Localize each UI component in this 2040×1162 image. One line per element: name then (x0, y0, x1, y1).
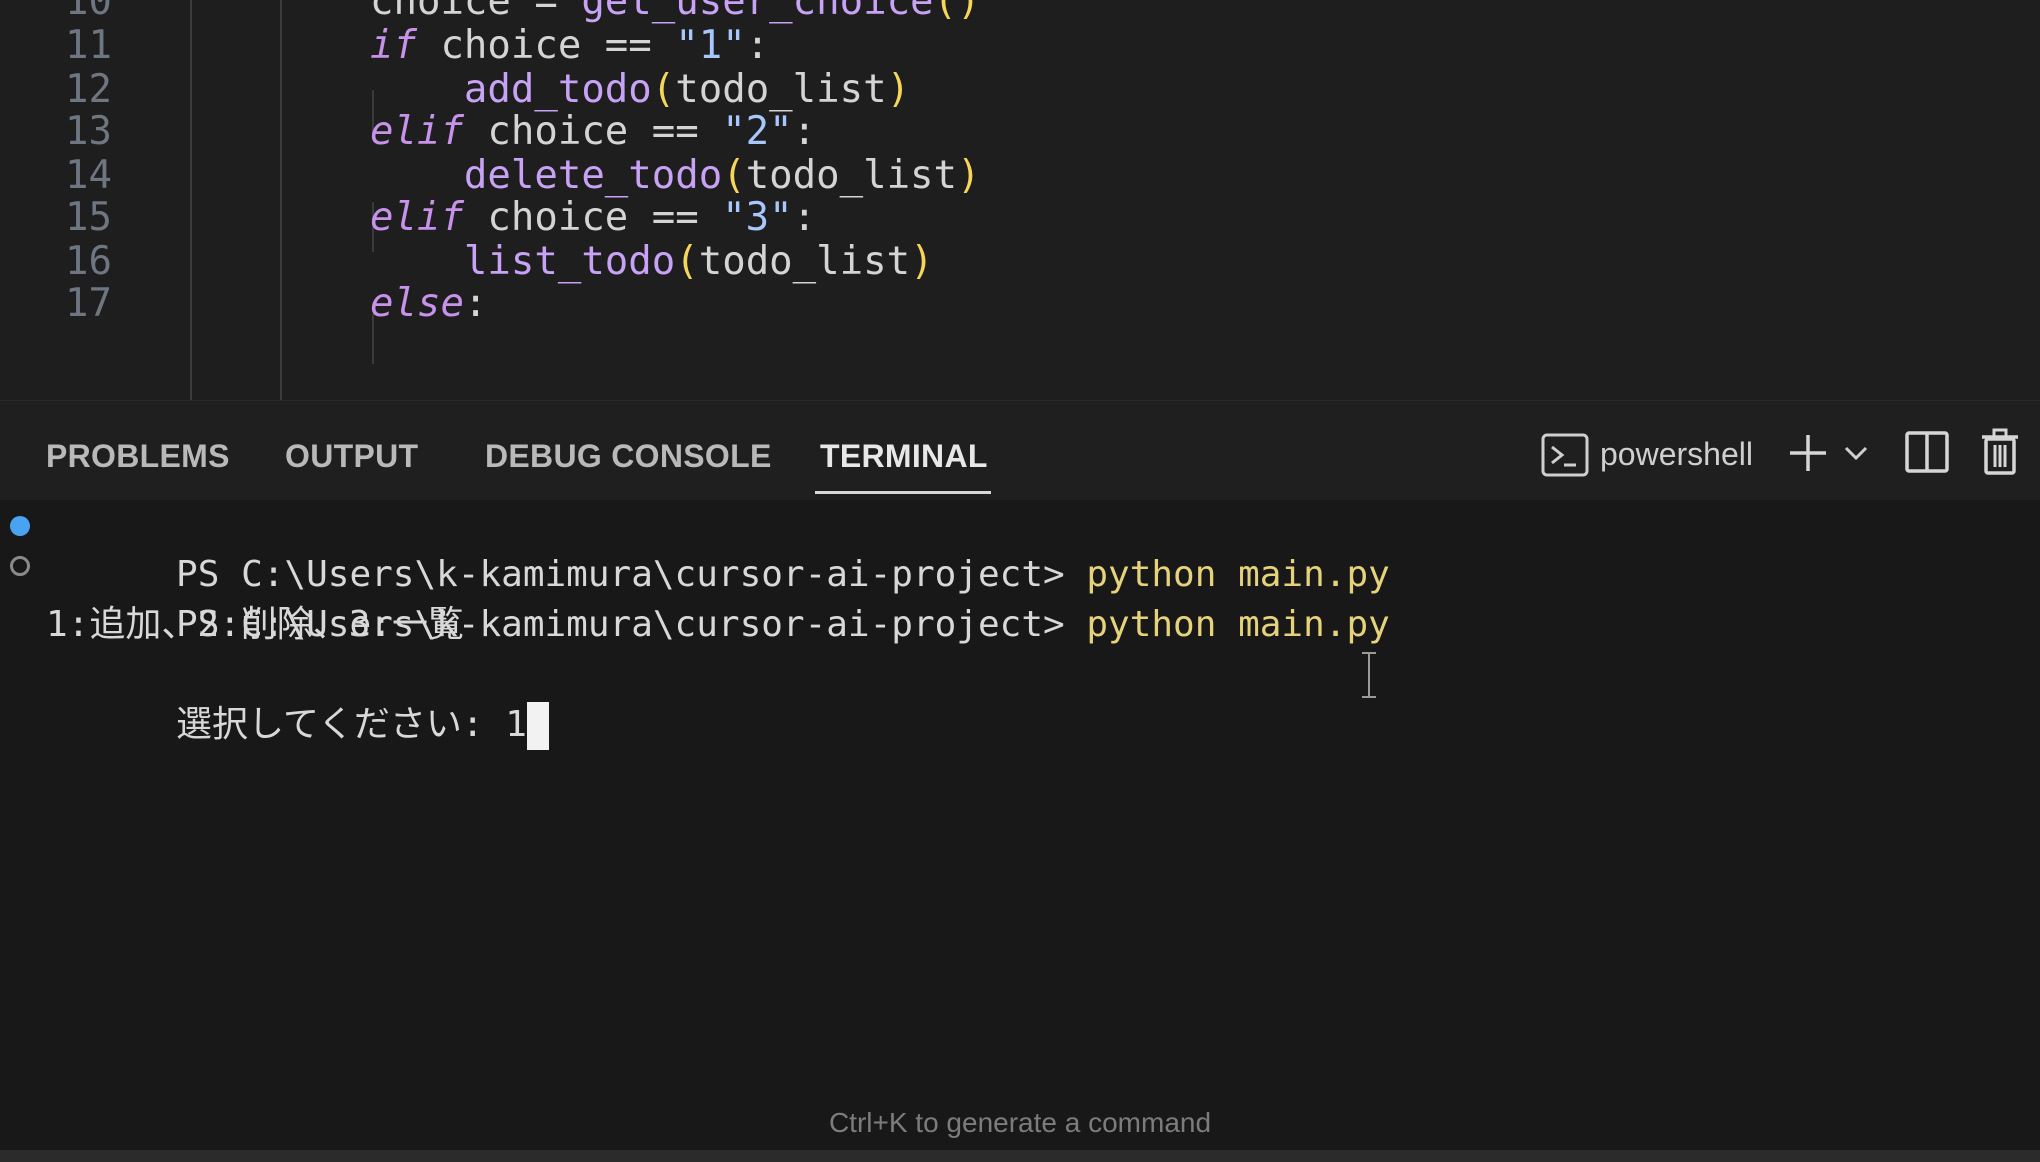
tab-output[interactable]: OUTPUT (285, 431, 418, 481)
terminal-line-1: PS C:\Users\k-kamimura\cursor-ai-project… (46, 500, 1390, 595)
input-value[interactable]: 1 (505, 704, 527, 745)
terminal-cursor (526, 702, 549, 750)
terminal-profile-label[interactable]: powershell (1600, 429, 1753, 479)
active-tab-indicator (815, 491, 991, 494)
status-strip (0, 1150, 2040, 1162)
command-success-dot-icon[interactable] (10, 516, 30, 536)
command-text: python main.py (1086, 604, 1390, 645)
terminal-menu-line: 1:追加、2:削除、3:一覧 (46, 604, 465, 645)
code-editor[interactable]: 10 choice = get_user_choice() 11 if choice … (0, 0, 2040, 400)
tab-debug-console[interactable]: DEBUG CONSOLE (485, 431, 772, 481)
terminal-profile-icon[interactable] (1540, 431, 1590, 479)
code-line: 17 else: (0, 276, 2040, 332)
code-text: else: (370, 276, 487, 332)
generate-command-hint: Ctrl+K to generate a command (828, 1107, 1212, 1138)
split-terminal-icon[interactable] (1904, 429, 1950, 475)
terminal-line-2: PS C:\Users\k-kamimura\cursor-ai-project… (46, 550, 1390, 645)
terminal-input-line[interactable]: 選択してください: 1 (46, 650, 549, 750)
line-number: 17 (65, 281, 112, 326)
command-running-dot-icon[interactable] (10, 556, 30, 576)
input-prompt: 選択してください: (176, 704, 506, 745)
chevron-down-icon[interactable] (1842, 441, 1870, 465)
tab-problems[interactable]: PROBLEMS (46, 431, 230, 481)
panel-header: PROBLEMS OUTPUT DEBUG CONSOLE TERMINAL p… (0, 400, 2040, 500)
text-cursor-icon (1362, 652, 1376, 698)
code-token: else (370, 281, 464, 326)
new-terminal-plus-icon[interactable] (1786, 431, 1830, 475)
terminal-output[interactable]: PS C:\Users\k-kamimura\cursor-ai-project… (0, 500, 2040, 1100)
tab-terminal[interactable]: TERMINAL (820, 431, 988, 481)
trash-icon[interactable] (1978, 427, 2022, 477)
bottom-panel: PROBLEMS OUTPUT DEBUG CONSOLE TERMINAL p… (0, 400, 2040, 1162)
code-token: : (463, 281, 488, 326)
